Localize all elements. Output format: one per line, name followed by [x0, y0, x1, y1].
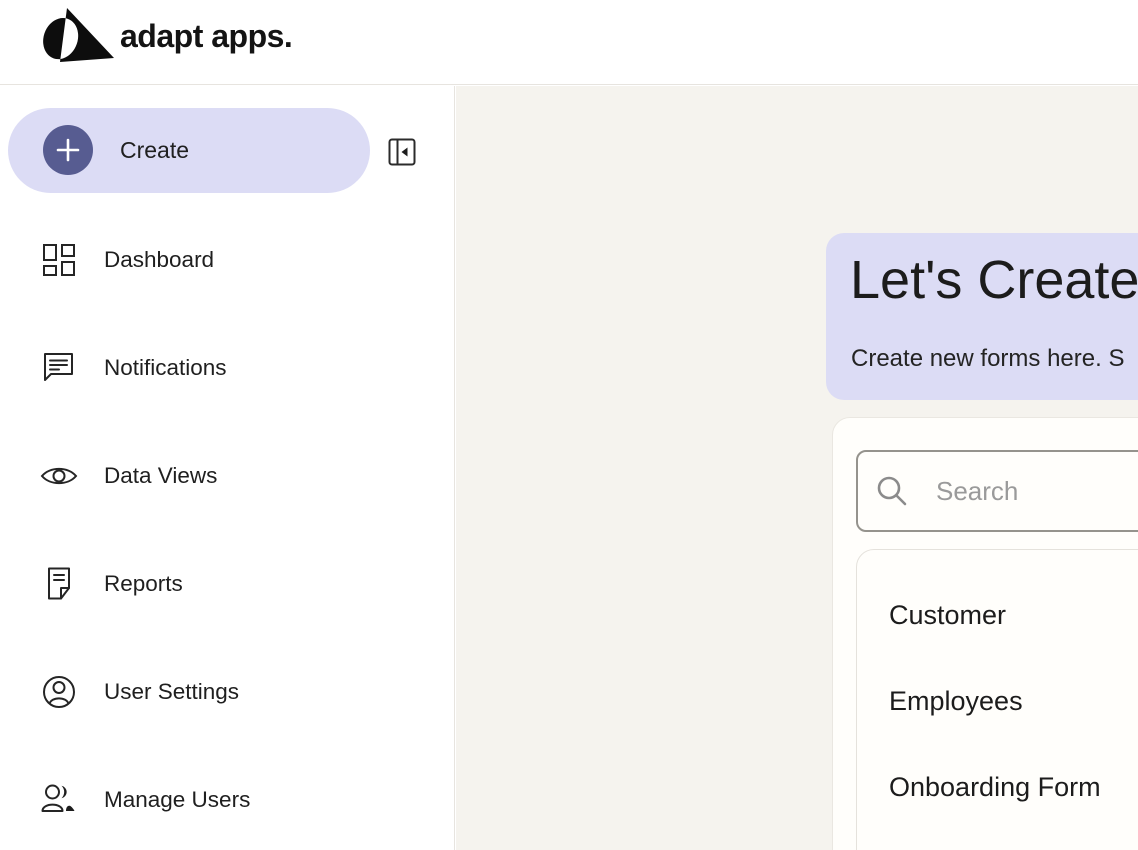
- search-box: [856, 450, 1138, 532]
- sidebar-item-reports[interactable]: Reports: [40, 556, 400, 612]
- welcome-banner: Let's Create Create new forms here. S: [826, 233, 1138, 400]
- sidebar-item-label: Manage Users: [104, 787, 250, 813]
- main-content: Let's Create Create new forms here. S Cu…: [456, 86, 1138, 850]
- create-button-label: Create: [120, 137, 189, 164]
- banner-subtitle: Create new forms here. S: [851, 345, 1124, 373]
- brand-name: adapt apps.: [120, 18, 292, 55]
- sidebar-item-label: Data Views: [104, 463, 217, 489]
- sidebar-item-label: Notifications: [104, 355, 227, 381]
- list-item-customer[interactable]: Customer: [857, 572, 1138, 658]
- data-views-icon: [40, 457, 78, 495]
- sidebar-item-data-views[interactable]: Data Views: [40, 448, 400, 504]
- create-button[interactable]: Create: [8, 108, 370, 193]
- sidebar-collapse-button[interactable]: [388, 138, 416, 166]
- sidebar-item-dashboard[interactable]: Dashboard: [40, 232, 400, 288]
- forms-card: Customer Employees Onboarding Form: [832, 417, 1138, 850]
- sidebar-item-label: User Settings: [104, 679, 239, 705]
- manage-users-icon: [40, 781, 78, 819]
- plus-icon: [43, 125, 93, 175]
- sidebar-item-manage-users[interactable]: Manage Users: [40, 772, 400, 828]
- search-input[interactable]: [856, 450, 1138, 532]
- sidebar-item-label: Reports: [104, 571, 183, 597]
- adapt-apps-logo-icon: [38, 6, 116, 66]
- forms-list: Customer Employees Onboarding Form: [856, 549, 1138, 850]
- sidebar: Create Dashboard Not: [0, 86, 455, 850]
- list-item-onboarding-form[interactable]: Onboarding Form: [857, 744, 1138, 830]
- dashboard-icon: [40, 241, 78, 279]
- banner-title: Let's Create: [850, 249, 1138, 311]
- reports-icon: [40, 565, 78, 603]
- sidebar-item-label: Dashboard: [104, 247, 214, 273]
- user-settings-icon: [40, 673, 78, 711]
- notifications-icon: [40, 349, 78, 387]
- app-header: adapt apps.: [0, 0, 1138, 85]
- sidebar-item-notifications[interactable]: Notifications: [40, 340, 400, 396]
- sidebar-item-user-settings[interactable]: User Settings: [40, 664, 400, 720]
- list-item-employees[interactable]: Employees: [857, 658, 1138, 744]
